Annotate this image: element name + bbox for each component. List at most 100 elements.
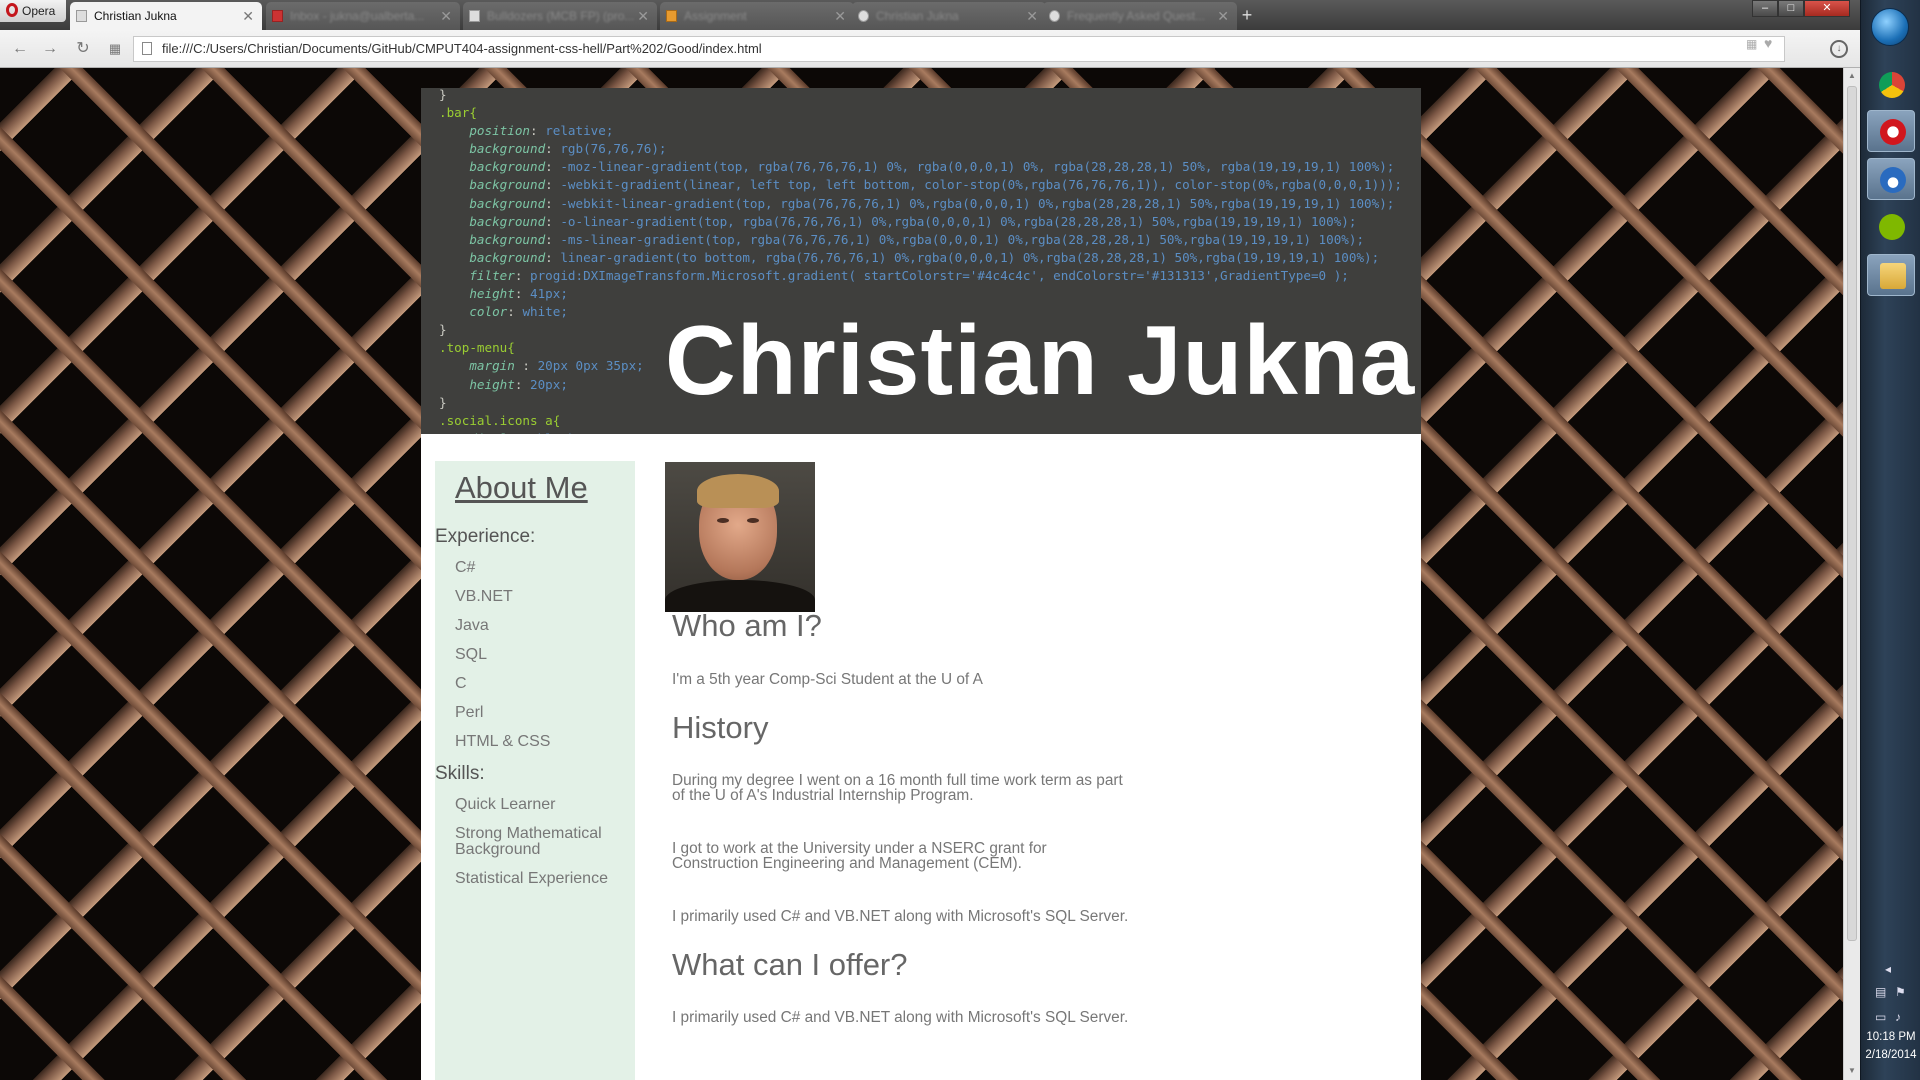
folder-icon [1880,263,1906,289]
main-content: Who am I? I'm a 5th year Comp-Sci Studen… [672,608,1132,1026]
code-line: filter: progid:DXImageTransform.Microsof… [469,267,1349,283]
code-line: background: -webkit-gradient(linear, lef… [469,177,1402,193]
new-tab-button[interactable]: + [1238,6,1256,24]
code-line: height: 41px; [469,286,568,302]
skills-heading: Skills: [435,763,485,784]
close-icon[interactable]: ✕ [637,2,649,30]
code-line: background: rgb(76,76,76); [469,141,667,157]
photo-hair [697,474,779,508]
photo-eye [747,518,759,523]
tab-christian-jukna[interactable]: Christian Jukna ✕ [70,2,262,30]
flag-icon[interactable]: ⚑ [1895,985,1906,999]
maximize-button[interactable]: □ [1778,0,1804,17]
mail-icon [272,10,283,22]
taskbar-explorer[interactable] [1867,254,1915,296]
address-input[interactable]: file:///C:/Users/Christian/Documents/Git… [133,36,1785,62]
tab-label: Assignment [684,9,747,23]
tab-label: Bulldozers (MCB FP) (pro... [487,9,635,23]
scroll-up-icon[interactable]: ▲ [1848,71,1856,80]
monitor-icon[interactable]: ▭ [1875,1010,1886,1024]
window-close-button[interactable]: ✕ [1804,0,1850,17]
list-item: Strong Mathematical Background [455,825,602,858]
clock-date[interactable]: 2/18/2014 [1861,1048,1920,1062]
start-button[interactable] [1871,8,1909,46]
experience-heading: Experience: [435,526,536,547]
tab-christian-jukna-2[interactable]: Christian Jukna ✕ [852,2,1046,30]
list-item: Statistical Experience [455,870,608,887]
opera-menu-label: Opera [22,4,56,18]
offer-heading: What can I offer? [672,947,908,982]
photo-eye [717,518,729,523]
clock-time[interactable]: 10:18 PM [1861,1030,1920,1044]
close-icon[interactable]: ✕ [1026,2,1038,30]
download-icon[interactable]: ↓ [1830,40,1848,58]
tab-label: Christian Jukna [94,9,177,23]
page-viewport: } .bar{ position: relative; background: r… [0,68,1843,1080]
heart-icon[interactable]: ♥ [1764,35,1772,51]
code-line: background: -ms-linear-gradient(top, rgb… [469,231,1365,247]
tab-label: Inbox - jukna@ualberta... [290,9,425,23]
list-item: C [455,675,467,692]
minimize-button[interactable]: – [1752,0,1778,17]
list-item: SQL [455,646,488,663]
reload-button[interactable]: ↻ [73,39,93,59]
url-text: file:///C:/Users/Christian/Documents/Git… [162,41,762,56]
skills-list: Quick Learner Strong Mathematical Backgr… [435,791,635,894]
tab-bulldozers[interactable]: Bulldozers (MCB FP) (pro... ✕ [463,2,657,30]
address-bar-row: ← → ↻ ▦ file:///C:/Users/Christian/Docum… [0,30,1860,68]
thunderbird-icon [1880,167,1906,193]
history-paragraph: I got to work at the University under a … [672,839,1047,872]
list-item: HTML & CSS [455,733,551,750]
experience-list: C# VB.NET Java SQL C Perl HTML & CSS [435,554,635,757]
page-title: Christian Jukna [665,305,1416,415]
sidebar: About Me Experience: C# VB.NET Java SQL … [435,461,635,1080]
history-heading: History [672,709,769,745]
taskbar-opera[interactable] [1867,110,1915,152]
site-container: } .bar{ position: relative; background: r… [421,88,1421,1080]
opera-menu-button[interactable]: Opera [0,0,66,22]
code-line: background: -webkit-linear-gradient(top,… [469,195,1395,211]
chrome-icon [1879,72,1905,98]
network-icon[interactable]: ▤ [1875,985,1886,999]
tab-assignment[interactable]: Assignment ✕ [660,2,854,30]
code-line: } [439,88,447,102]
page-icon [142,42,152,55]
page-icon [469,10,480,22]
code-line: background: -moz-linear-gradient(top, rg… [469,159,1395,175]
taskbar-thunderbird[interactable] [1867,158,1915,200]
taskbar-spotify[interactable] [1867,206,1915,248]
scroll-down-icon[interactable]: ▼ [1848,1066,1856,1075]
code-line: background: linear-gradient(to bottom, r… [469,249,1380,265]
vertical-scrollbar[interactable]: ▲ ▼ [1843,68,1860,1080]
offer-text: I primarily used C# and VB.NET along wit… [672,1009,1129,1026]
profile-photo [665,462,815,612]
who-am-i-text: I'm a 5th year Comp-Sci Student at the U… [672,671,983,688]
header-banner: } .bar{ position: relative; background: r… [421,88,1421,434]
list-item: Quick Learner [455,796,556,813]
scrollbar-thumb[interactable] [1847,86,1857,941]
list-item: C# [455,559,476,576]
close-icon[interactable]: ✕ [1217,2,1229,30]
close-icon[interactable]: ✕ [440,2,452,30]
tab-inbox[interactable]: Inbox - jukna@ualberta... ✕ [266,2,460,30]
windows-taskbar: ◂ ▤ ⚑ ▭ ♪ 10:18 PM 2/18/2014 [1860,0,1920,1080]
tray-expand-icon[interactable]: ◂ [1885,962,1891,976]
globe-icon [858,10,869,22]
volume-icon[interactable]: ♪ [1895,1010,1901,1024]
close-icon[interactable]: ✕ [242,2,254,30]
forward-button[interactable]: → [40,39,60,59]
about-me-link[interactable]: About Me [455,469,635,507]
opera-logo-icon [6,3,18,17]
browser-tab-bar: Opera Christian Jukna ✕ Inbox - jukna@ua… [0,0,1860,30]
speed-dial-grid-icon[interactable]: ▦ [105,39,125,59]
opera-icon [1880,119,1906,145]
code-line: position: relative; [469,123,614,139]
close-icon[interactable]: ✕ [834,2,846,30]
history-paragraph: During my degree I went on a 16 month fu… [672,771,1123,804]
code-line: background: -o-linear-gradient(top, rgba… [469,213,1357,229]
taskbar-chrome[interactable] [1867,64,1915,106]
tab-faq[interactable]: Frequently Asked Quest... ✕ [1043,2,1237,30]
speed-dial-icon[interactable]: ▦ [1746,37,1757,51]
who-am-i-heading: Who am I? [672,608,822,643]
back-button[interactable]: ← [10,39,30,59]
